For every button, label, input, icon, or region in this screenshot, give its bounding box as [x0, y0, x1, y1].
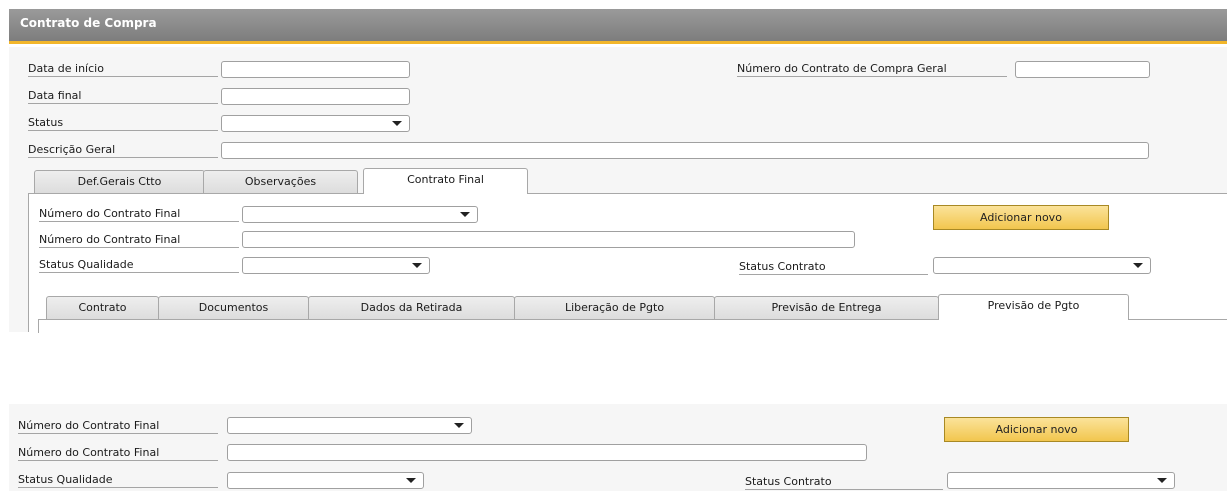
- tab-previsao-entrega[interactable]: Previsão de Entrega: [714, 296, 939, 320]
- zoom-quality-status-select[interactable]: [227, 472, 424, 489]
- add-new-button[interactable]: Adicionar novo: [933, 205, 1109, 230]
- end-date-label: Data final: [28, 88, 218, 104]
- window-titlebar: Contrato de Compra: [9, 9, 1227, 44]
- contract-status-select[interactable]: [933, 257, 1151, 274]
- contract-status-label: Status Contrato: [739, 259, 928, 275]
- chevron-down-icon: [1133, 263, 1143, 268]
- chevron-down-icon: [406, 478, 416, 483]
- zoom-contract-status-select[interactable]: [947, 472, 1175, 489]
- description-label: Descrição Geral: [28, 142, 218, 158]
- tab-def-gerais[interactable]: Def.Gerais Ctto: [34, 170, 205, 194]
- zoom-final-contract-number-select-label: Número do Contrato Final: [18, 418, 218, 434]
- description-input[interactable]: [221, 142, 1149, 159]
- final-contract-number-select[interactable]: [242, 206, 478, 223]
- final-contract-number-input[interactable]: [242, 231, 855, 248]
- zoom-final-contract-number-input[interactable]: [227, 444, 867, 461]
- previsao-pgto-tab-body: [38, 319, 1227, 333]
- end-date-input[interactable]: [221, 88, 410, 105]
- final-contract-number-select-label: Número do Contrato Final: [39, 206, 239, 222]
- quality-status-select[interactable]: [242, 257, 430, 274]
- status-select[interactable]: [221, 115, 410, 132]
- status-label: Status: [28, 115, 218, 131]
- quality-status-label: Status Qualidade: [39, 257, 239, 273]
- zoom-quality-status-label: Status Qualidade: [18, 472, 218, 488]
- tab-dados-retirada[interactable]: Dados da Retirada: [308, 296, 515, 320]
- zoom-final-contract-number-select[interactable]: [227, 417, 472, 434]
- final-contract-number-text-label: Número do Contrato Final: [39, 232, 239, 248]
- window-title: Contrato de Compra: [20, 16, 157, 30]
- chevron-down-icon: [460, 212, 470, 217]
- tab-previsao-pgto[interactable]: Previsão de Pgto: [938, 294, 1129, 320]
- zoom-detail-panel: Número do Contrato Final Número do Contr…: [9, 404, 1227, 491]
- tab-liberacao-pgto[interactable]: Liberação de Pgto: [514, 296, 715, 320]
- general-contract-number-label: Número do Contrato de Compra Geral: [737, 61, 1007, 77]
- chevron-down-icon: [454, 423, 464, 428]
- start-date-input[interactable]: [221, 61, 410, 78]
- main-form-panel: Data de início Data final Status Descriç…: [9, 47, 1227, 333]
- tab-contrato-final[interactable]: Contrato Final: [363, 168, 528, 194]
- tab-contrato[interactable]: Contrato: [46, 296, 159, 320]
- zoom-add-new-button[interactable]: Adicionar novo: [944, 417, 1129, 442]
- chevron-down-icon: [1157, 478, 1167, 483]
- chevron-down-icon: [412, 263, 422, 268]
- start-date-label: Data de início: [28, 61, 218, 77]
- zoom-final-contract-number-text-label: Número do Contrato Final: [18, 445, 218, 461]
- tab-documentos[interactable]: Documentos: [158, 296, 309, 320]
- chevron-down-icon: [392, 121, 402, 126]
- tab-observacoes[interactable]: Observações: [203, 170, 358, 194]
- zoom-contract-status-label: Status Contrato: [745, 474, 943, 490]
- contrato-final-tab-body: Número do Contrato Final Número do Contr…: [28, 193, 1227, 333]
- general-contract-number-input[interactable]: [1015, 61, 1150, 78]
